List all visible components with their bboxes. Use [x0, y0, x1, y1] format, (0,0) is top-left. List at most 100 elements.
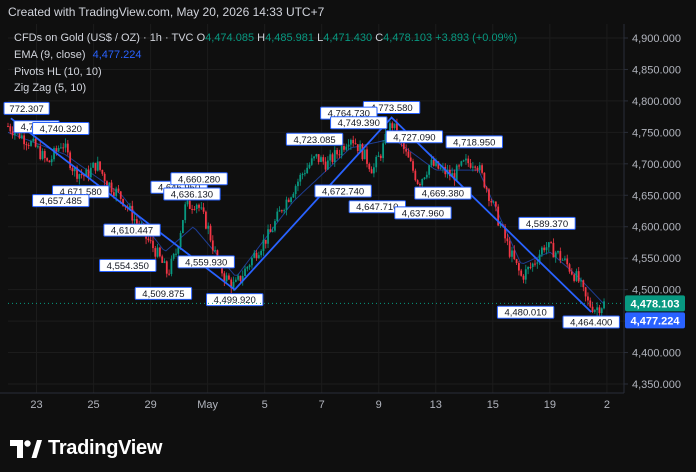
price-tick-label: 4,350.000 — [632, 379, 681, 391]
candle-body — [99, 161, 101, 170]
time-tick-label: 29 — [144, 399, 156, 411]
candle-body — [214, 250, 217, 252]
ema-price-tag-text: 4,477.224 — [631, 315, 681, 327]
candle-body — [87, 169, 90, 178]
candle-body — [587, 296, 589, 301]
candle-body — [430, 159, 433, 166]
candle-body — [432, 159, 435, 166]
candle-body — [60, 147, 62, 149]
candle-body — [531, 263, 534, 267]
candle-body — [370, 169, 373, 174]
label-text: 4,647.710 — [356, 202, 398, 213]
candle-body — [191, 208, 194, 210]
candle-body — [363, 149, 366, 160]
candle-body — [30, 141, 32, 146]
candle-body — [329, 154, 332, 161]
candle-body — [287, 199, 290, 202]
candle-body — [366, 149, 368, 164]
chart-background — [0, 24, 696, 415]
candle-body — [485, 187, 488, 190]
candle-body — [603, 301, 605, 309]
candle-body — [414, 170, 417, 181]
pivot-label: 4,749.390 — [330, 116, 388, 130]
label-text: 4,672.740 — [322, 186, 364, 197]
ema-label[interactable]: EMA (9, close) — [14, 49, 86, 61]
symbol-name[interactable]: CFDs on Gold (US$ / OZ) · 1h · TVC — [14, 32, 194, 44]
zigzag-label[interactable]: Zig Zag (5, 10) — [14, 82, 86, 94]
candle-body — [352, 139, 355, 144]
candle-body — [117, 188, 120, 192]
pivot-label: 4,636.130 — [163, 187, 221, 201]
pivots-label[interactable]: Pivots HL (10, 10) — [14, 66, 102, 78]
candle-body — [596, 307, 599, 311]
candle-body — [580, 280, 582, 282]
candle-body — [391, 123, 394, 129]
candle-body — [168, 273, 170, 275]
candle-body — [320, 157, 322, 162]
pivot-label: 4,723.085 — [285, 132, 344, 146]
candle-body — [253, 252, 256, 258]
candle-body — [244, 268, 246, 276]
candle-body — [543, 247, 546, 251]
candle-body — [25, 144, 28, 146]
candle-body — [188, 200, 191, 209]
candle-body — [494, 201, 497, 207]
candle-body — [478, 165, 481, 171]
candle-body — [455, 165, 458, 181]
candle-body — [584, 287, 587, 297]
candle-body — [570, 271, 573, 275]
label-text: 4,723.085 — [293, 135, 335, 146]
candle-body — [368, 163, 371, 170]
pivot-label: 4,480.010 — [496, 305, 555, 319]
tradingview-logo[interactable]: TradingView — [10, 437, 162, 460]
candle-body — [292, 194, 295, 198]
close-label: C — [375, 32, 384, 44]
label-text: 4,499.920 — [214, 295, 256, 306]
legend-ema-row: EMA (9, close) 4,477.224 — [14, 49, 142, 61]
candle-body — [462, 160, 465, 162]
candle-body — [27, 144, 30, 146]
candle-body — [347, 144, 350, 147]
pivot-label: 4,727.090 — [385, 130, 444, 144]
candle-body — [131, 205, 134, 221]
candle-body — [545, 247, 548, 251]
candle-body — [575, 271, 578, 281]
candle-body — [246, 266, 249, 269]
candle-body — [361, 144, 364, 160]
candle-body — [593, 310, 596, 312]
candle-body — [554, 252, 557, 258]
candle-body — [62, 147, 65, 149]
zigzag-extreme-label: 4,499.920 — [206, 293, 264, 307]
candle-body — [110, 182, 113, 193]
candle-body — [331, 154, 334, 162]
candle-body — [492, 201, 495, 203]
candle-body — [552, 242, 555, 258]
time-tick-label: 23 — [30, 399, 42, 411]
candle-body — [50, 159, 53, 163]
candle-body — [179, 233, 182, 248]
pivot-label: 4,610.447 — [103, 223, 161, 237]
candle-body — [336, 150, 338, 155]
candle-body — [412, 161, 414, 171]
candle-body — [96, 161, 99, 171]
candle-body — [80, 174, 83, 176]
price-tick-label: 4,400.000 — [632, 348, 681, 360]
candle-body — [39, 146, 42, 160]
candle-body — [195, 204, 198, 210]
candle-body — [354, 143, 357, 145]
candle-body — [513, 250, 516, 260]
price-tick-label: 4,600.000 — [632, 222, 681, 234]
candle-body — [313, 156, 315, 159]
pivot-label: 4,669.380 — [414, 186, 472, 200]
candle-body — [522, 275, 525, 280]
candle-body — [285, 199, 288, 211]
price-chart[interactable]: 772.3074,499.9204,773.5804,464.4004,743.… — [0, 0, 696, 415]
candle-body — [591, 306, 594, 312]
time-tick-label: 13 — [430, 399, 442, 411]
candle-body — [326, 160, 329, 170]
candle-body — [379, 155, 382, 159]
candle-body — [290, 197, 292, 202]
candle-body — [274, 221, 276, 231]
legend-zigzag-row: Zig Zag (5, 10) — [14, 82, 86, 94]
candle-body — [471, 166, 474, 168]
